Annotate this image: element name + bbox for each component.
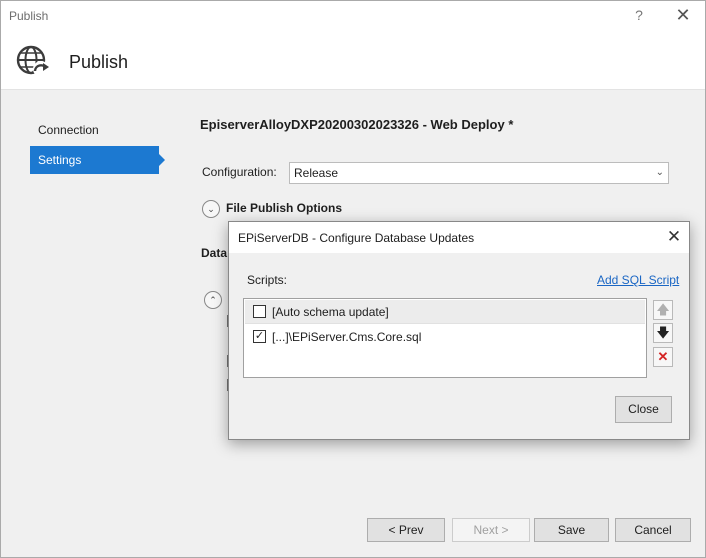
save-button[interactable]: Save xyxy=(534,518,609,542)
publish-globe-icon xyxy=(16,45,49,77)
profile-title: EpiserverAlloyDXP20200302023326 - Web De… xyxy=(200,117,514,132)
window-close-icon[interactable]: ✕ xyxy=(673,5,693,25)
dialog-title: EPiServerDB - Configure Database Updates xyxy=(238,231,475,245)
scripts-label: Scripts: xyxy=(247,273,288,287)
nav-item-connection[interactable]: Connection xyxy=(30,116,159,144)
help-icon[interactable]: ? xyxy=(631,7,647,25)
configuration-label: Configuration: xyxy=(202,165,277,179)
publish-window: Publish ? ✕ Publish Connection Settings … xyxy=(0,0,706,558)
list-item[interactable]: [Auto schema update] xyxy=(245,300,645,324)
script-checkbox[interactable] xyxy=(253,305,266,318)
cancel-button[interactable]: Cancel xyxy=(615,518,691,542)
configure-database-updates-dialog: EPiServerDB - Configure Database Updates… xyxy=(228,221,690,440)
script-label: [Auto schema update] xyxy=(272,305,389,319)
window-titlebar: Publish ? ✕ xyxy=(1,1,705,32)
databases-label: Data xyxy=(201,246,228,260)
dialog-close-icon[interactable]: ✕ xyxy=(665,227,683,247)
publish-header: Publish xyxy=(1,32,705,90)
page-title: Publish xyxy=(69,52,129,72)
chevron-down-icon: ⌄ xyxy=(655,167,664,178)
configuration-select[interactable]: Release ⌄ xyxy=(289,162,669,184)
window-title: Publish xyxy=(9,9,49,23)
add-sql-script-link[interactable]: Add SQL Script xyxy=(597,273,679,287)
move-up-arrow-icon[interactable]: 🡅 xyxy=(653,300,673,320)
database-expander-icon[interactable]: ⌃ xyxy=(204,291,222,309)
scripts-list: [Auto schema update] ✓ [...]\EPiServer.C… xyxy=(243,298,647,378)
script-checkbox[interactable]: ✓ xyxy=(253,330,266,343)
list-item[interactable]: ✓ [...]\EPiServer.Cms.Core.sql xyxy=(245,325,645,349)
file-publish-expander-icon[interactable]: ⌄ xyxy=(202,200,220,218)
configuration-value: Release xyxy=(294,166,339,180)
move-down-arrow-icon[interactable]: 🡇 xyxy=(653,323,673,343)
next-button[interactable]: Next > xyxy=(452,518,530,542)
script-label: [...]\EPiServer.Cms.Core.sql xyxy=(272,330,422,344)
prev-button[interactable]: < Prev xyxy=(367,518,445,542)
file-publish-options-label: File Publish Options xyxy=(226,201,343,215)
nav-item-settings[interactable]: Settings xyxy=(30,146,165,174)
dialog-titlebar: EPiServerDB - Configure Database Updates… xyxy=(229,222,689,253)
close-button[interactable]: Close xyxy=(615,396,672,423)
delete-icon[interactable]: ✕ xyxy=(653,347,673,367)
